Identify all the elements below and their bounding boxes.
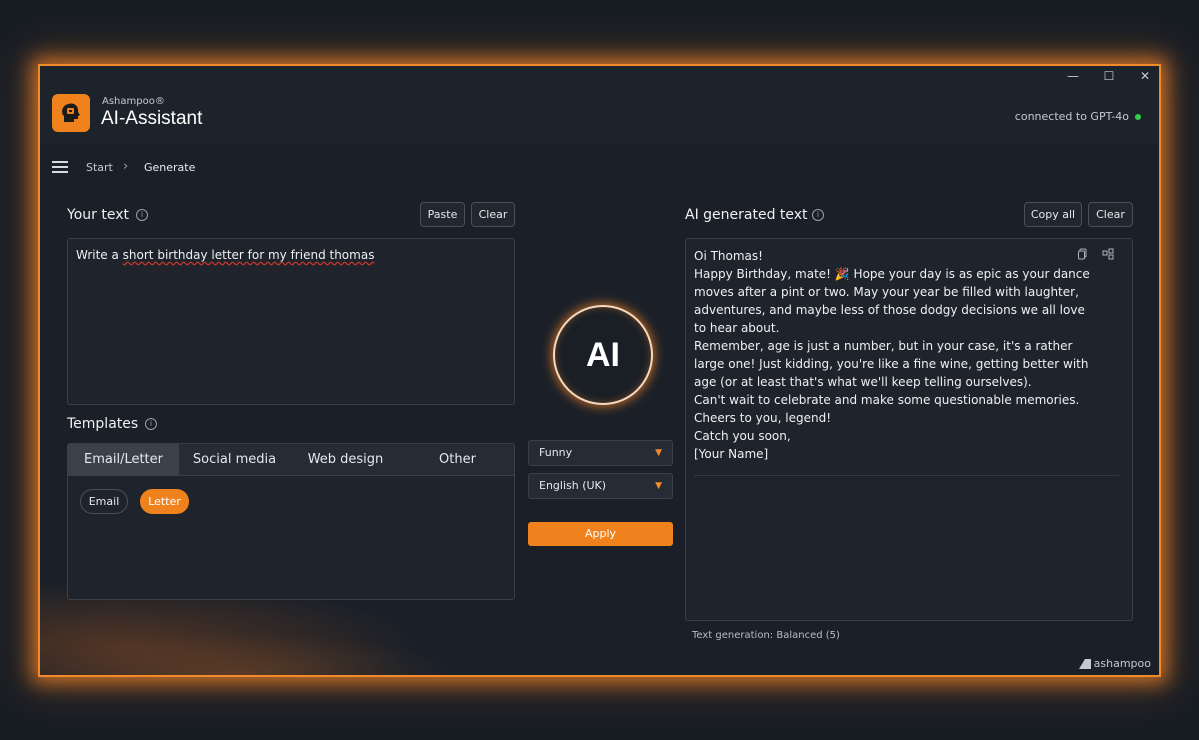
template-chip-email[interactable]: Email	[80, 489, 128, 514]
tone-select[interactable]: Funny ▼	[528, 440, 673, 466]
copy-all-button[interactable]: Copy all	[1024, 202, 1082, 227]
brand-company: Ashampoo®	[102, 96, 165, 107]
hamburger-menu-icon[interactable]	[52, 161, 68, 173]
info-icon[interactable]: i	[136, 209, 148, 221]
generated-line: large one! Just kidding, you're like a f…	[694, 357, 1089, 371]
paste-button[interactable]: Paste	[420, 202, 465, 227]
text-generation-status: Text generation: Balanced (5)	[692, 630, 840, 641]
templates-tabs: Email/Letter Social media Web design Oth…	[68, 444, 514, 476]
title-bar: — ☐ ✕ Ashampoo® AI-Assistant connected t…	[40, 66, 1159, 144]
ashampoo-logo-icon	[1078, 658, 1091, 669]
share-icon[interactable]	[1102, 245, 1114, 260]
apply-button[interactable]: Apply	[528, 522, 673, 546]
tab-other[interactable]: Other	[401, 444, 514, 476]
your-text-title: Your text	[67, 207, 129, 223]
generated-line: Cheers to you, legend!	[694, 411, 832, 425]
generated-line: adventures, and maybe less of those dodg…	[694, 303, 1085, 317]
generated-line: Can't wait to celebrate and make some qu…	[694, 393, 1080, 407]
generated-line: Oi Thomas!	[694, 249, 763, 263]
clear-input-button[interactable]: Clear	[471, 202, 515, 227]
breadcrumb-current: Generate	[144, 161, 196, 174]
connection-indicator-icon	[1135, 114, 1141, 120]
app-window: — ☐ ✕ Ashampoo® AI-Assistant connected t…	[38, 64, 1161, 677]
chevron-right-icon: ›	[123, 159, 129, 174]
app-logo-icon	[52, 94, 90, 132]
generated-line: Catch you soon,	[694, 429, 791, 443]
info-icon[interactable]: i	[145, 418, 157, 430]
chevron-down-icon: ▼	[655, 448, 662, 458]
templates-panel: Email/Letter Social media Web design Oth…	[67, 443, 515, 600]
your-text-input[interactable]: Write a short birthday letter for my fri…	[67, 238, 515, 405]
breadcrumb-start[interactable]: Start	[86, 161, 113, 174]
ai-generate-button[interactable]: AI	[553, 305, 653, 405]
connection-status: connected to GPT-4o	[1014, 110, 1129, 123]
tab-email-letter[interactable]: Email/Letter	[68, 444, 179, 476]
tone-value: Funny	[539, 446, 573, 459]
generated-line: Remember, age is just a number, but in y…	[694, 339, 1073, 353]
footer-logo: ashampoo	[1078, 657, 1151, 670]
generated-line: Happy Birthday, mate! 🎉 Hope your day is…	[694, 267, 1090, 281]
language-value: English (UK)	[539, 479, 607, 492]
clear-output-button[interactable]: Clear	[1088, 202, 1133, 227]
language-select[interactable]: English (UK) ▼	[528, 473, 673, 499]
tab-web-design[interactable]: Web design	[290, 444, 401, 476]
generated-line: moves after a pint or two. May your year…	[694, 285, 1079, 299]
generated-text: Oi Thomas! Happy Birthday, mate! 🎉 Hope …	[694, 247, 1090, 463]
ai-generated-title: AI generated text	[685, 207, 808, 223]
input-text-content: Write a short birthday letter for my fri…	[76, 248, 375, 262]
footer-logo-text: ashampoo	[1093, 657, 1151, 670]
template-chip-letter[interactable]: Letter	[140, 489, 189, 514]
info-icon[interactable]: i	[812, 209, 824, 221]
ai-generated-output[interactable]: Oi Thomas! Happy Birthday, mate! 🎉 Hope …	[685, 238, 1133, 621]
maximize-button[interactable]: ☐	[1092, 68, 1126, 84]
templates-title: Templates	[67, 416, 139, 432]
minimize-button[interactable]: —	[1056, 68, 1090, 84]
generated-line: to hear about.	[694, 321, 780, 335]
generated-line: age (or at least that's what we'll keep …	[694, 375, 1032, 389]
close-button[interactable]: ✕	[1128, 68, 1159, 84]
copy-icon[interactable]	[1077, 245, 1089, 260]
generated-line: [Your Name]	[694, 447, 769, 461]
divider	[694, 475, 1119, 476]
tab-social-media[interactable]: Social media	[179, 444, 290, 476]
app-title: AI-Assistant	[101, 108, 203, 129]
chevron-down-icon: ▼	[655, 481, 662, 491]
